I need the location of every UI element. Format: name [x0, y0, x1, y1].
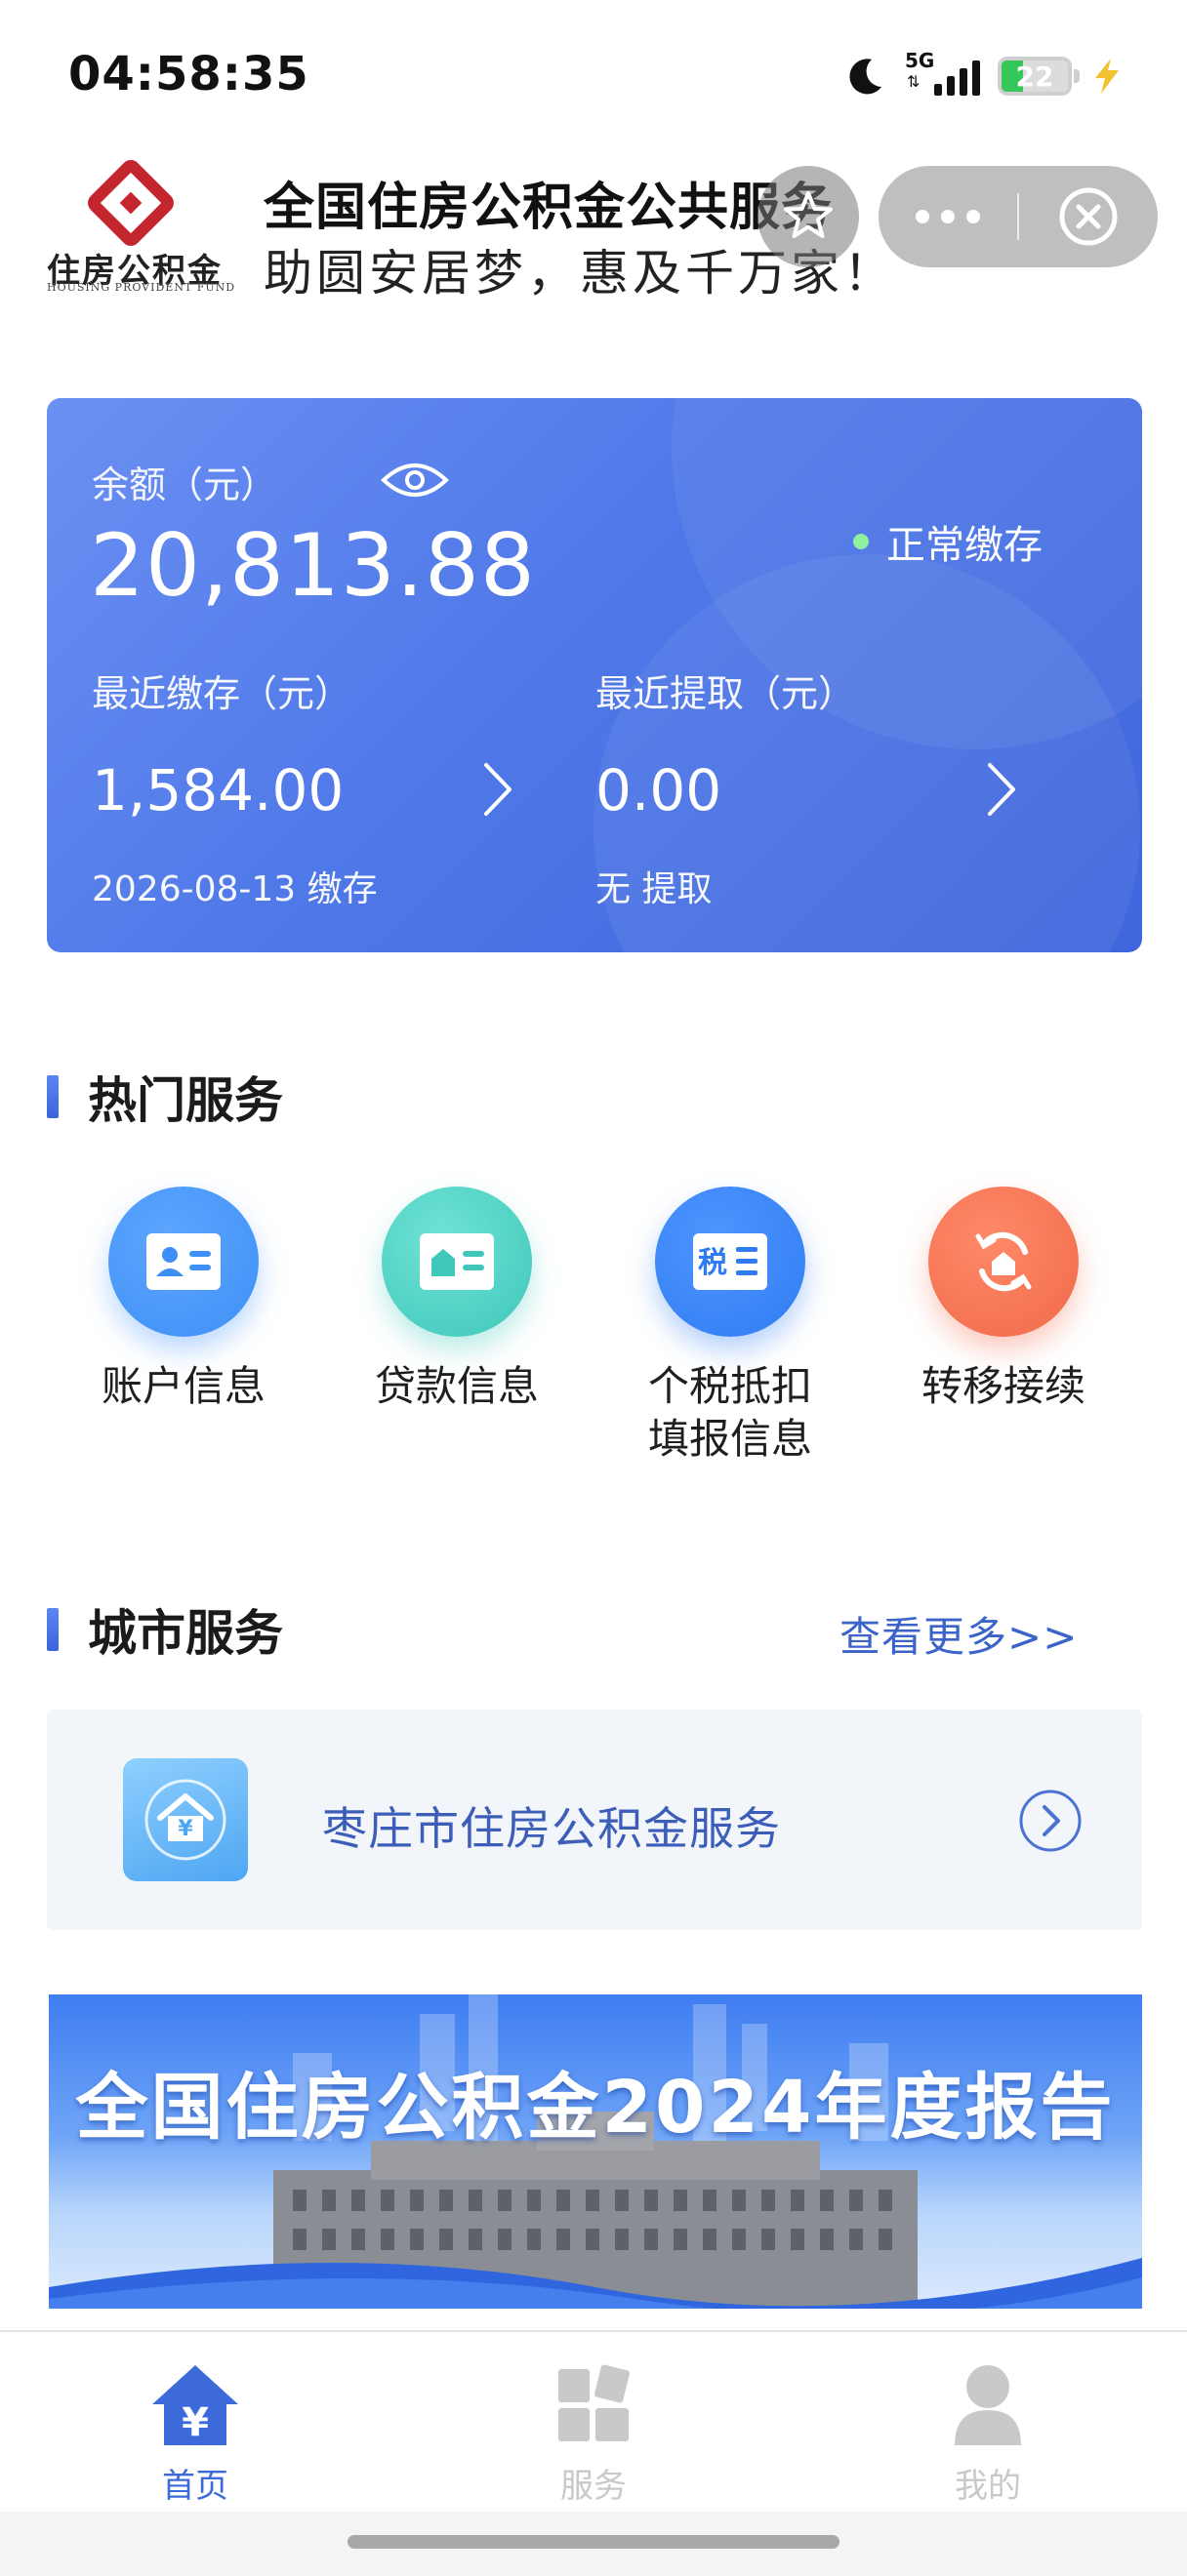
tab-label: 我的: [955, 2467, 1021, 2506]
bottom-tab-bar: ¥ 首页 服务 我的: [0, 2330, 1187, 2512]
city-housing-fund-icon: ¥: [123, 1758, 248, 1881]
moon-icon: [849, 59, 881, 95]
battery-level: 22: [1015, 60, 1054, 93]
signal-icon: 5G ⇅: [905, 51, 980, 96]
service-label: 账户信息: [101, 1362, 266, 1410]
balance-card: 余额（元） 20,813.88 正常缴存 最近缴存（元） 1,584.00 20…: [47, 398, 1142, 952]
city-services-heading: 城市服务: [47, 1594, 283, 1665]
recent-withdraw[interactable]: 最近提取（元） 0.00 无 提取: [595, 664, 1084, 917]
service-account-info[interactable]: 账户信息: [47, 1187, 320, 1413]
close-circle-icon: [1059, 187, 1118, 246]
svg-text:¥: ¥: [178, 1817, 193, 1841]
tab-label: 首页: [162, 2467, 228, 2506]
battery-icon: 22: [998, 57, 1080, 96]
status-time: 04:58:35: [68, 47, 309, 101]
charging-bolt-icon: [1095, 59, 1119, 94]
svg-text:¥: ¥: [182, 2400, 209, 2445]
status-icons: 5G ⇅ 22: [842, 49, 1123, 103]
view-more-link[interactable]: 查看更多>>: [839, 1604, 1078, 1664]
section-marker: [47, 1608, 59, 1651]
service-loan-info[interactable]: 贷款信息: [320, 1187, 594, 1413]
recent-withdraw-label: 最近提取（元）: [595, 672, 856, 715]
deposit-status: 正常缴存: [853, 513, 1043, 570]
services-grid-icon: [558, 2364, 631, 2441]
recent-deposit-date: 2026-08-13 缴存: [92, 869, 378, 909]
transfer-icon: [928, 1187, 1079, 1337]
tab-services[interactable]: 服务: [496, 2361, 691, 2507]
banner-title: 全国住房公积金2024年度报告: [75, 2066, 1116, 2150]
recent-deposit-value: 1,584.00: [92, 757, 345, 824]
favorite-button[interactable]: [757, 166, 859, 267]
hot-services-heading: 热门服务: [47, 1062, 283, 1132]
section-marker: [47, 1075, 59, 1118]
recent-deposit[interactable]: 最近缴存（元） 1,584.00 2026-08-13 缴存: [92, 664, 580, 917]
chevron-right-circle-icon: [1019, 1790, 1082, 1852]
annual-report-banner[interactable]: 全国住房公积金2024年度报告: [49, 1994, 1142, 2309]
dot-icon: [916, 210, 929, 223]
status-bar: 04:58:35 5G ⇅ 22: [0, 0, 1187, 146]
star-icon: [784, 191, 833, 238]
recent-deposit-label: 最近缴存（元）: [92, 672, 352, 715]
balance-amount: 20,813.88: [90, 515, 536, 616]
balance-label: 余额（元）: [92, 463, 278, 506]
tax-icon-glyph: 税: [698, 1246, 727, 1280]
city-service-label: 枣庄市住房公积金服务: [322, 1802, 781, 1855]
city-services-title: 城市服务: [88, 1605, 283, 1662]
account-card-icon: [108, 1187, 259, 1337]
chevron-right-icon: [484, 763, 512, 816]
tab-profile[interactable]: 我的: [890, 2361, 1085, 2507]
status-dot-icon: [853, 534, 869, 549]
home-indicator[interactable]: [348, 2535, 839, 2549]
mini-program-capsule: [879, 166, 1158, 267]
network-type-label: 5G: [905, 49, 935, 72]
more-button[interactable]: [879, 166, 1017, 267]
recent-withdraw-value: 0.00: [595, 757, 722, 824]
dot-icon: [941, 210, 955, 223]
dot-icon: [966, 210, 980, 223]
user-icon: [955, 2365, 1021, 2445]
tab-label: 服务: [560, 2467, 627, 2506]
loan-card-icon: [382, 1187, 532, 1337]
hot-services-title: 热门服务: [88, 1072, 283, 1129]
logo-text-en: HOUSING PROVIDENT FUND: [47, 281, 236, 294]
city-service-item[interactable]: ¥ 枣庄市住房公积金服务: [47, 1710, 1142, 1930]
service-label: 转移接续: [921, 1362, 1085, 1410]
service-transfer[interactable]: 转移接续: [867, 1187, 1140, 1413]
close-button[interactable]: [1019, 166, 1158, 267]
tab-home[interactable]: ¥ 首页: [98, 2361, 293, 2507]
service-label: 贷款信息: [374, 1362, 539, 1410]
recent-withdraw-note: 无 提取: [595, 869, 713, 909]
home-yuan-icon: ¥: [152, 2365, 238, 2445]
data-arrows-icon: ⇅: [907, 72, 921, 91]
app-header: 住房公积金 HOUSING PROVIDENT FUND 全国住房公积金公共服务…: [0, 146, 1187, 322]
tax-icon: 税: [655, 1187, 805, 1337]
page-title: 全国住房公积金公共服务: [264, 179, 834, 237]
service-tax-deduction[interactable]: 税 个税抵扣 填报信息: [594, 1187, 867, 1466]
deposit-status-text: 正常缴存: [886, 523, 1043, 568]
eye-icon[interactable]: [381, 459, 449, 502]
service-label: 个税抵扣 填报信息: [647, 1362, 812, 1463]
housing-fund-logo-icon: [88, 160, 174, 246]
chevron-right-icon: [988, 763, 1015, 816]
